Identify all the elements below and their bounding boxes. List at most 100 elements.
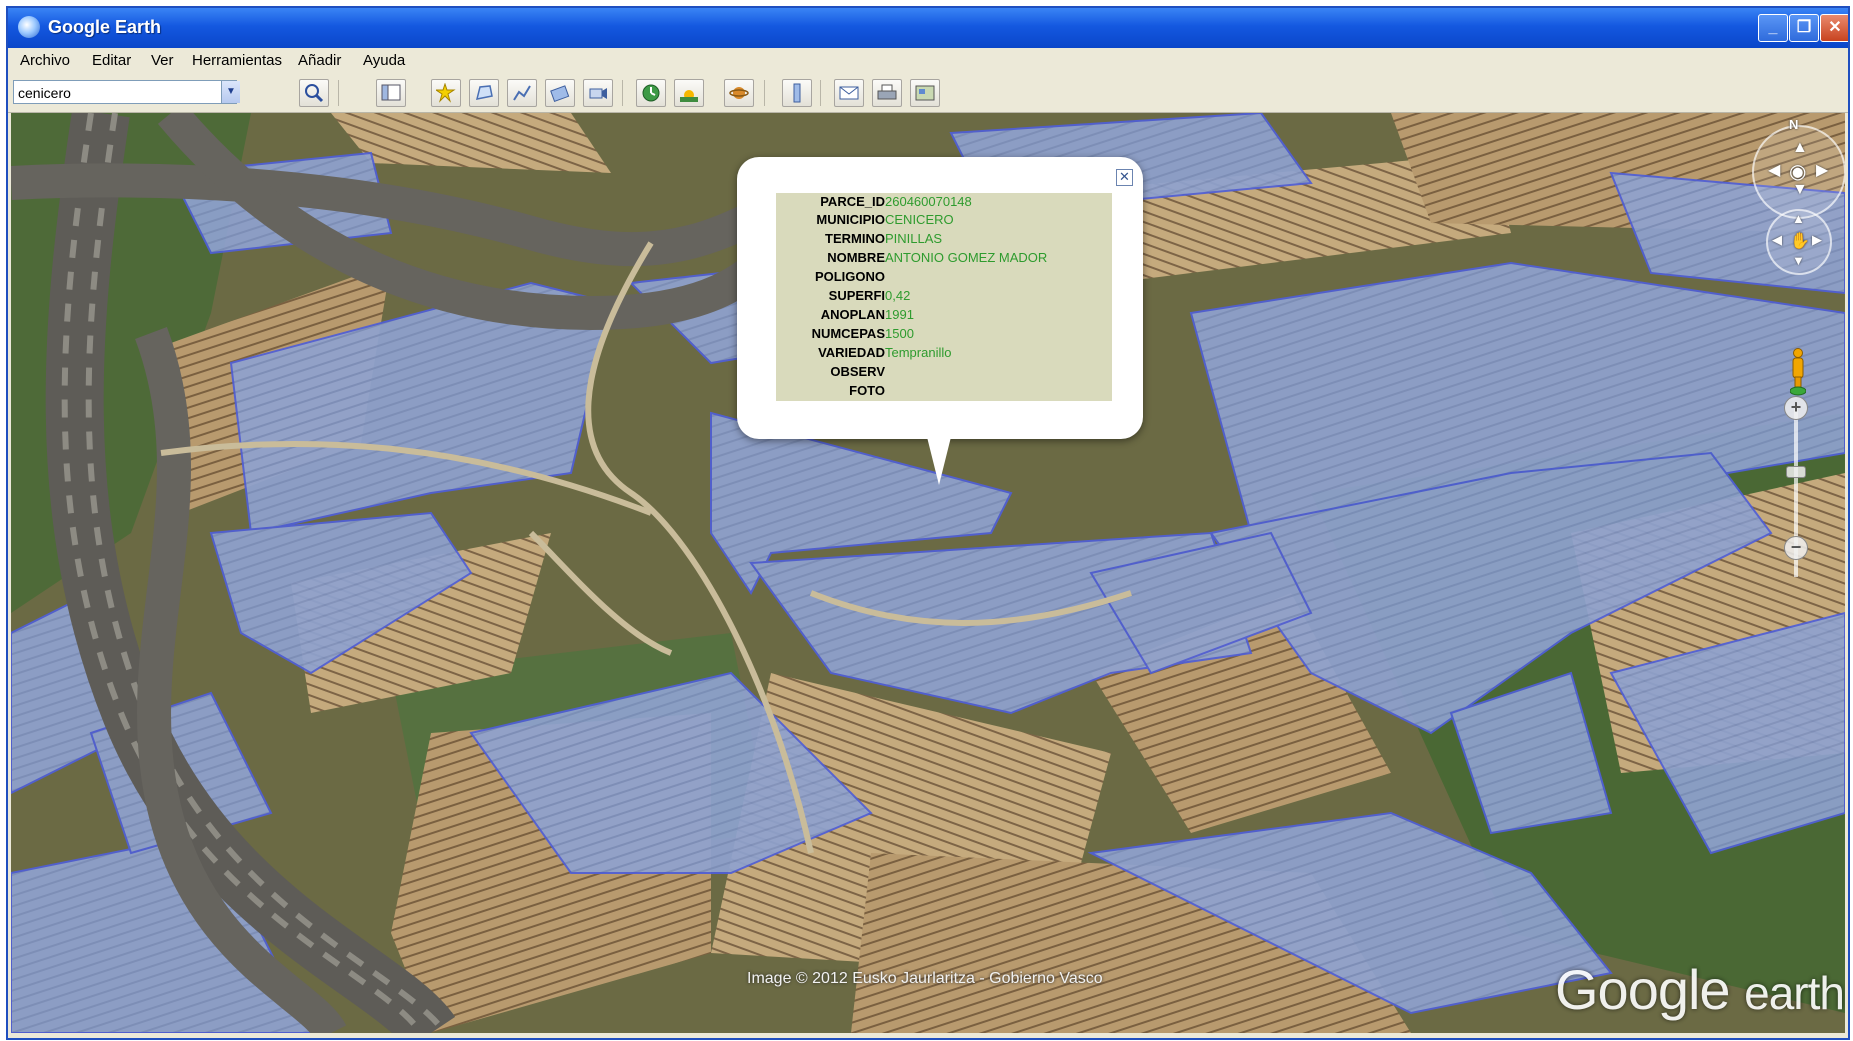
attribute-value: ANTONIO GOMEZ MADOR (885, 250, 1048, 265)
print-icon (877, 84, 897, 100)
ruler-icon (793, 83, 801, 103)
attribute-key: ANOPLAN (820, 307, 885, 322)
title-bar[interactable]: Google Earth _ ❐ ✕ (8, 8, 1848, 48)
google-earth-window: Google Earth _ ❐ ✕ Archivo Editar Ver He… (6, 6, 1850, 1040)
move-left-arrow-icon[interactable]: ◀ (1772, 232, 1782, 248)
switch-to-sky-button[interactable] (724, 79, 754, 107)
zoom-slider-thumb[interactable] (1786, 466, 1806, 478)
print-button[interactable] (872, 79, 902, 107)
zoom-in-button[interactable]: + (1784, 396, 1808, 420)
attribute-row: OBSERV (776, 364, 1112, 382)
logo-google-text: Google (1555, 958, 1731, 1021)
attribute-key: OBSERV (830, 364, 885, 379)
hand-icon: ✋ (1790, 233, 1810, 250)
balloon-pointer (927, 437, 951, 485)
sidebar-toggle-icon (381, 84, 401, 101)
restore-button[interactable]: ❐ (1789, 14, 1819, 42)
add-overlay-button[interactable] (545, 79, 575, 107)
attribute-row: POLIGONO (776, 269, 1112, 287)
sidebar-toggle-button[interactable] (376, 79, 406, 107)
add-polygon-icon (475, 85, 493, 100)
sunlight-button[interactable] (674, 79, 704, 107)
eye-icon: ◉ (1789, 161, 1807, 183)
add-polygon-button[interactable] (469, 79, 499, 107)
attribute-key: NOMBRE (827, 250, 885, 265)
google-earth-logo: Google earth (1555, 957, 1845, 1022)
historical-imagery-button[interactable] (636, 79, 666, 107)
menu-editar[interactable]: Editar (92, 52, 131, 69)
toolbar-separator (622, 80, 623, 106)
attribute-key: FOTO (849, 383, 885, 398)
view-in-maps-button[interactable] (910, 79, 940, 107)
move-up-arrow-icon[interactable]: ▲ (1792, 211, 1805, 226)
window-title: Google Earth (48, 17, 162, 37)
menu-ver[interactable]: Ver (151, 52, 174, 69)
attribute-row: NUMCEPAS 1500 (776, 326, 1112, 344)
move-control[interactable]: ▲ ▼ ◀ ▶ ✋ (1766, 209, 1832, 275)
look-up-arrow-icon[interactable]: ▲ (1792, 139, 1808, 157)
add-path-icon (513, 85, 531, 101)
attribute-value: CENICERO (885, 212, 954, 227)
imagery-copyright: Image © 2012 Eusko Jaurlaritza - Gobiern… (747, 970, 1103, 987)
email-button[interactable] (834, 79, 864, 107)
search-input[interactable]: cenicero (13, 80, 237, 104)
balloon-close-button[interactable]: ✕ (1116, 169, 1133, 186)
attribute-value: 1500 (885, 326, 914, 341)
attribute-table: PARCE_ID 260460070148 MUNICIPIO CENICERO T… (776, 193, 1112, 401)
look-around-control[interactable]: N ▲ ▼ ◀ ▶ ◉ (1752, 117, 1845, 219)
record-tour-icon (589, 88, 607, 99)
search-button[interactable] (299, 79, 329, 107)
google-earth-app-icon (18, 16, 40, 38)
attribute-key: SUPERFI (828, 288, 885, 303)
attribute-key: TERMINO (825, 231, 885, 246)
switch-to-sky-icon (729, 87, 749, 99)
menu-ayuda[interactable]: Ayuda (363, 52, 405, 69)
attribute-value: 1991 (885, 307, 914, 322)
attribute-value: PINILLAS (885, 231, 943, 246)
earth-3d-view[interactable]: ✕ PARCE_ID 260460070148 MUNICIPIO CENICERO… (11, 113, 1845, 1033)
add-placemark-icon (436, 83, 456, 103)
add-placemark-button[interactable] (431, 79, 461, 107)
attribute-row: TERMINO PINILLAS (776, 231, 1112, 249)
menu-herramientas[interactable]: Herramientas (192, 52, 282, 69)
add-overlay-icon (550, 85, 570, 103)
view-in-maps-icon (915, 85, 935, 101)
close-button[interactable]: ✕ (1820, 14, 1848, 42)
add-path-button[interactable] (507, 79, 537, 107)
attribute-key: PARCE_ID (820, 194, 885, 209)
menu-bar: Archivo Editar Ver Herramientas Añadir A… (8, 48, 1848, 74)
record-tour-button[interactable] (583, 79, 613, 107)
menu-archivo[interactable]: Archivo (20, 52, 70, 69)
email-icon (839, 86, 859, 100)
attribute-row: NOMBRE ANTONIO GOMEZ MADOR (776, 250, 1112, 268)
attribute-key: MUNICIPIO (816, 212, 885, 227)
attribute-value: 0,42 (885, 288, 911, 303)
ruler-button[interactable] (782, 79, 812, 107)
menu-anadir[interactable]: Añadir (298, 52, 341, 69)
look-right-arrow-icon[interactable]: ▶ (1816, 160, 1828, 180)
historical-imagery-icon (642, 84, 660, 102)
attribute-row: ANOPLAN 1991 (776, 307, 1112, 325)
sunlight-icon (680, 90, 698, 102)
attribute-row: FOTO (776, 383, 1112, 401)
move-right-arrow-icon[interactable]: ▶ (1812, 232, 1822, 248)
attribute-row: SUPERFI 0,42 (776, 288, 1112, 306)
street-view-pegman-icon[interactable] (1790, 348, 1806, 396)
toolbar-separator (338, 80, 339, 106)
minimize-button[interactable]: _ (1758, 14, 1788, 42)
zoom-out-button[interactable]: − (1784, 536, 1808, 560)
attribute-value: Tempranillo (885, 345, 952, 360)
attribute-value: 260460070148 (885, 194, 972, 209)
attribute-key: NUMCEPAS (811, 326, 885, 341)
attribute-row: PARCE_ID 260460070148 (776, 194, 1112, 212)
attribute-row: MUNICIPIO CENICERO (776, 212, 1112, 230)
move-down-arrow-icon[interactable]: ▼ (1792, 253, 1805, 268)
attribute-row: VARIEDAD Tempranillo (776, 345, 1112, 363)
search-history-dropdown[interactable]: ▼ (221, 81, 240, 103)
toolbar-separator (820, 80, 821, 106)
look-left-arrow-icon[interactable]: ◀ (1768, 160, 1780, 180)
north-indicator[interactable]: N (1789, 117, 1798, 132)
search-icon (305, 84, 324, 103)
placemark-info-balloon: ✕ PARCE_ID 260460070148 MUNICIPIO CENICERO… (737, 157, 1143, 485)
attribute-key: POLIGONO (814, 269, 885, 284)
